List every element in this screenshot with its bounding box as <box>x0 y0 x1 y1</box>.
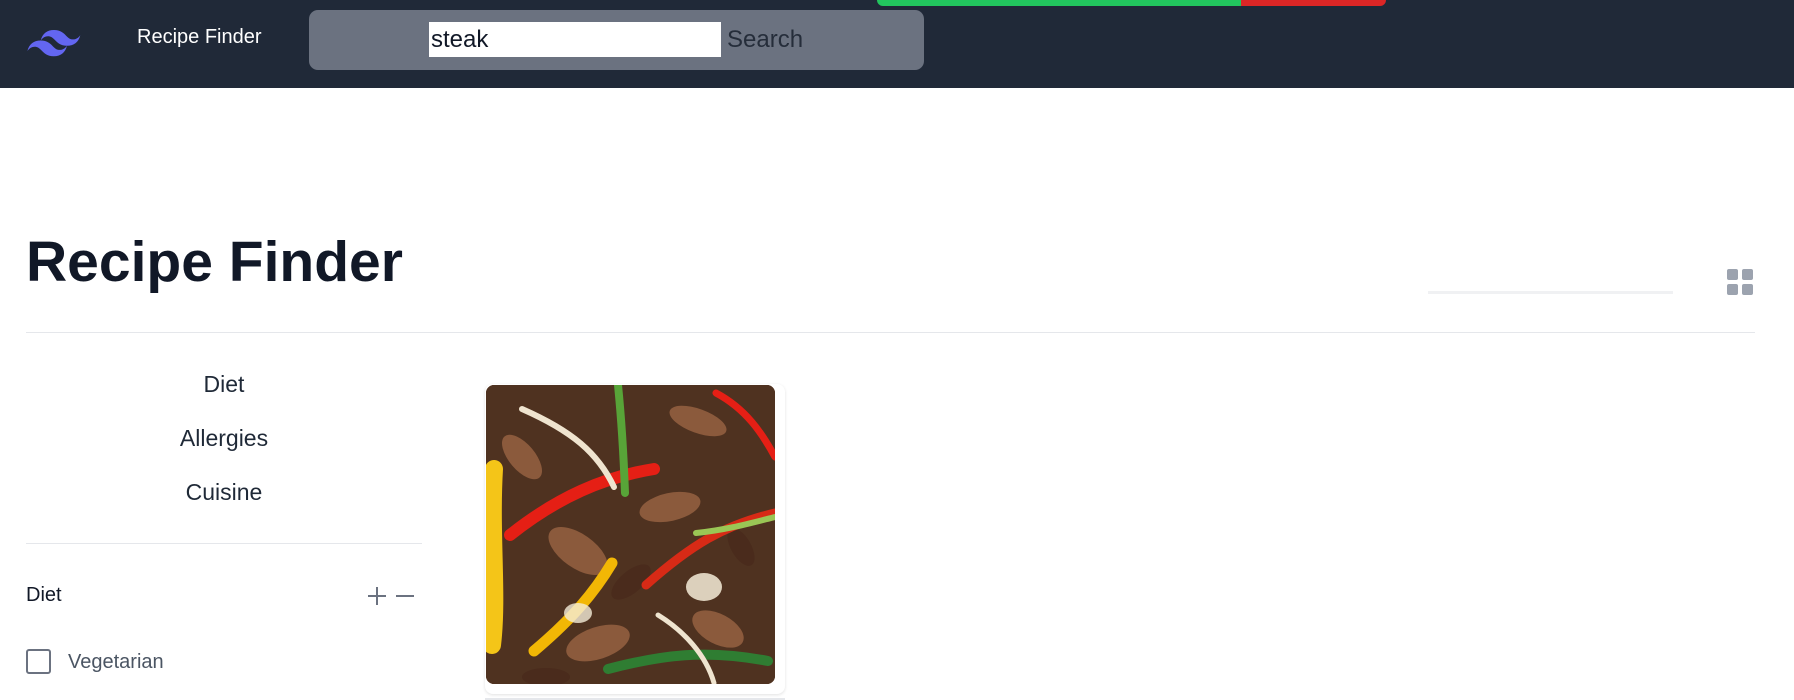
filter-option-label: Vegetarian <box>68 651 164 673</box>
brand-link[interactable]: Recipe Finder <box>137 25 262 49</box>
grid-view-icon-cell <box>1727 269 1738 280</box>
recipe-image[interactable] <box>486 385 775 684</box>
recipe-card[interactable] <box>485 384 785 700</box>
status-strip-green <box>877 0 1241 6</box>
grid-view-icon-cell <box>1742 284 1753 295</box>
page-title: Recipe Finder <box>26 230 403 294</box>
category-link-allergies[interactable]: Allergies <box>26 414 422 468</box>
vegetarian-checkbox[interactable] <box>26 649 51 674</box>
category-link-diet[interactable]: Diet <box>26 360 422 414</box>
grid-view-icon[interactable] <box>1727 269 1753 295</box>
filter-section-toggle[interactable] <box>366 584 416 608</box>
search-input[interactable] <box>429 22 721 57</box>
header-divider <box>26 332 1755 333</box>
plus-icon[interactable] <box>368 587 386 605</box>
tailwind-logo-icon[interactable] <box>26 24 82 58</box>
search-button[interactable]: Search <box>727 22 803 57</box>
filter-section-title: Diet <box>26 584 62 606</box>
grid-view-icon-cell <box>1742 269 1753 280</box>
grid-view-icon-cell <box>1727 284 1738 295</box>
search-bar: Search <box>309 10 924 70</box>
sidebar-divider <box>26 543 422 544</box>
status-strip <box>877 0 1386 6</box>
status-strip-red <box>1241 0 1386 6</box>
sort-control[interactable] <box>1428 291 1673 294</box>
category-link-cuisine[interactable]: Cuisine <box>26 468 422 522</box>
top-navbar: Recipe Finder Search <box>0 0 1794 88</box>
category-list: Diet Allergies Cuisine <box>26 360 422 522</box>
